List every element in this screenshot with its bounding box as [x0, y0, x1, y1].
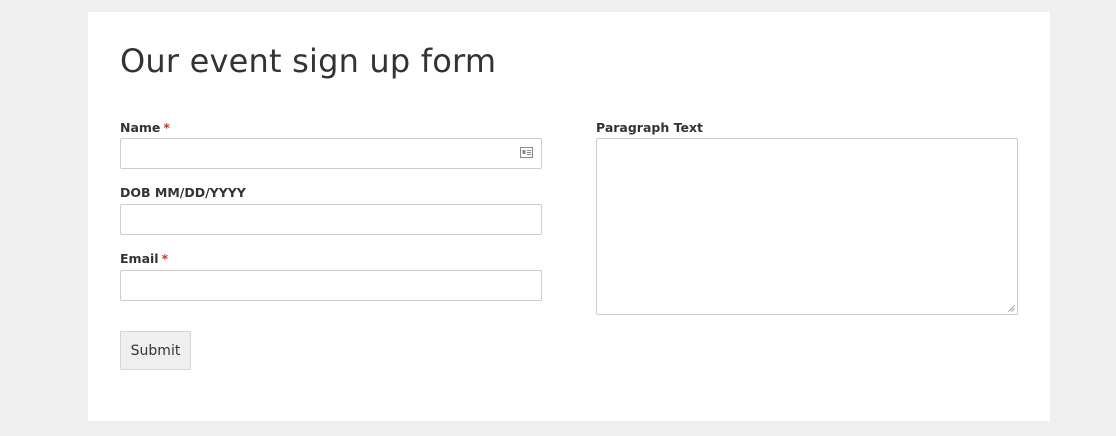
dob-input[interactable]: [120, 204, 542, 235]
required-asterisk: *: [163, 120, 170, 135]
email-label-text: Email: [120, 251, 159, 266]
name-input[interactable]: [120, 138, 542, 169]
paragraph-label-text: Paragraph Text: [596, 120, 703, 135]
submit-button[interactable]: Submit: [120, 331, 191, 370]
dob-label-text: DOB MM/DD/YYYY: [120, 185, 246, 200]
form-card: Our event sign up form Name * DOB MM/DD/Y…: [88, 12, 1050, 421]
name-label: Name *: [120, 120, 170, 135]
resize-handle-icon[interactable]: [1008, 305, 1015, 312]
name-label-text: Name: [120, 120, 161, 135]
contact-card-icon: [520, 147, 533, 158]
paragraph-textarea[interactable]: [596, 138, 1018, 315]
email-input[interactable]: [120, 270, 542, 301]
required-asterisk: *: [161, 251, 169, 266]
email-label: Email *: [120, 251, 168, 266]
dob-label: DOB MM/DD/YYYY: [120, 185, 246, 200]
form-title: Our event sign up form: [120, 42, 497, 80]
paragraph-label: Paragraph Text: [596, 120, 703, 135]
